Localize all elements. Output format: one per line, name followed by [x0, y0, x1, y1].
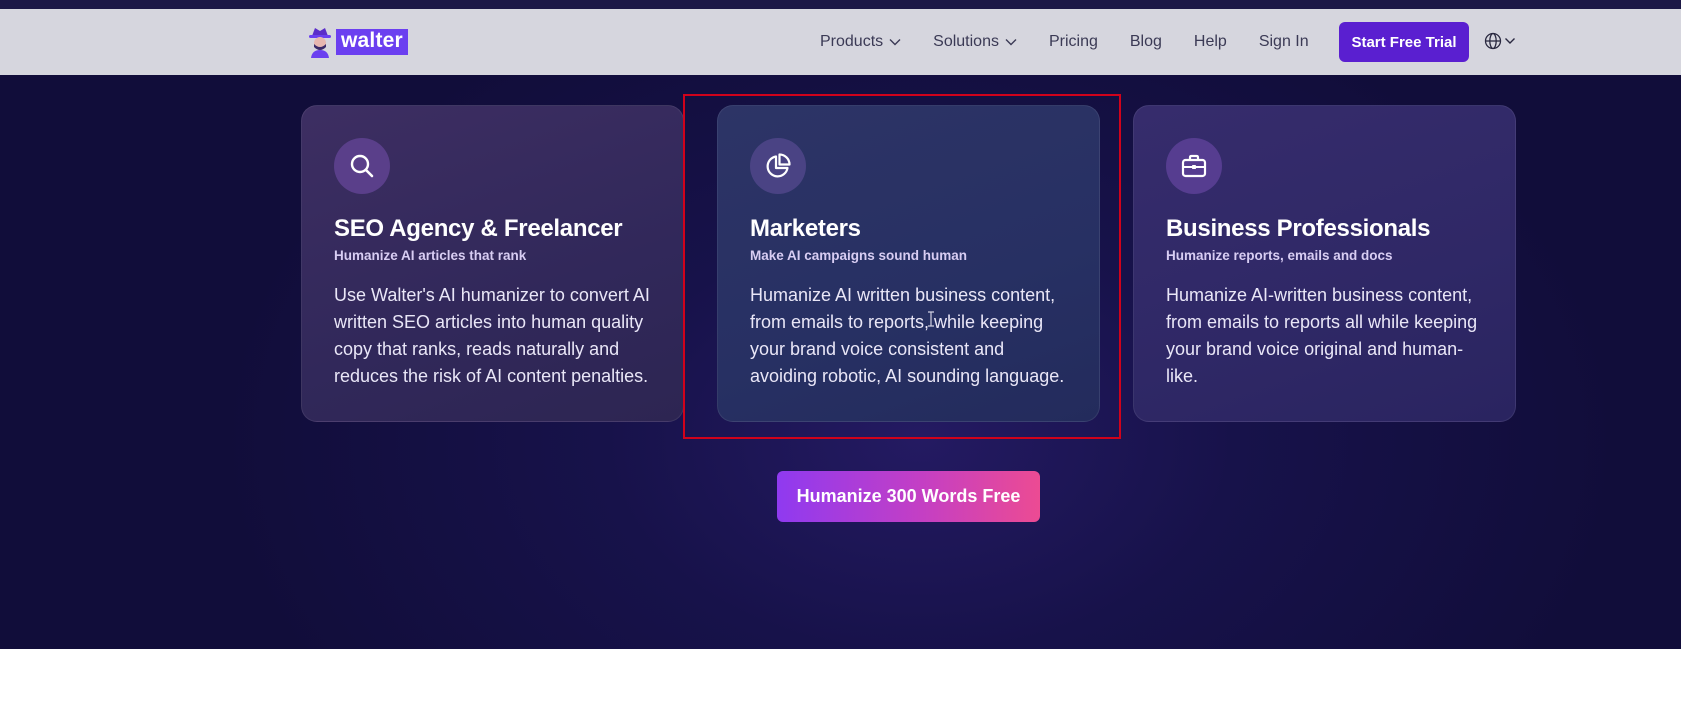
card-description: Humanize AI written business content, fr… [750, 285, 1065, 386]
nav-item-help[interactable]: Help [1194, 33, 1227, 51]
logo[interactable]: walter [306, 25, 408, 59]
text-cursor-icon [928, 311, 934, 327]
nav-item-label: Sign In [1258, 33, 1309, 50]
icon-badge [334, 138, 390, 194]
card-business-professionals: Business Professionals Humanize reports,… [1133, 105, 1516, 422]
card-title: Business Professionals [1166, 215, 1431, 242]
pie-chart-icon [766, 153, 791, 178]
icon-badge [750, 138, 806, 194]
card-subtitle: Humanize reports, emails and docs [1166, 248, 1393, 263]
nav-item-label: Help [1193, 33, 1227, 50]
nav-item-blog[interactable]: Blog [1130, 33, 1162, 51]
search-icon [350, 154, 374, 178]
walter-mascot-icon [309, 28, 331, 58]
nav-item-label: Products [820, 33, 884, 50]
nav-item-pricing[interactable]: Pricing [1049, 33, 1098, 51]
briefcase-icon [1181, 154, 1207, 178]
card-subtitle: Humanize AI articles that rank [334, 248, 527, 263]
chevron-down-icon [1005, 39, 1017, 46]
humanize-free-words-button[interactable]: Humanize 300 Words Free [777, 471, 1040, 522]
icon-badge [1166, 138, 1222, 194]
chevron-down-icon [1505, 38, 1515, 44]
nav-item-label: Blog [1129, 33, 1162, 50]
card-marketers: Marketers Make AI campaigns sound human … [717, 105, 1100, 422]
nav-item-label: Solutions [933, 33, 999, 50]
nav-item-products[interactable]: Products [820, 33, 901, 51]
card-title: Marketers [750, 215, 861, 242]
start-free-trial-button[interactable]: Start Free Trial [1339, 22, 1469, 62]
navbar: walter Products Solutions Pricing Blog H… [0, 9, 1681, 75]
nav-menu: Products Solutions Pricing Blog Help Sig… [820, 9, 1341, 75]
nav-item-label: Pricing [1048, 33, 1098, 50]
globe-icon [1484, 32, 1502, 50]
logo-wordmark: walter [336, 29, 408, 55]
card-description: Use Walter's AI humanizer to convert AI … [334, 285, 650, 386]
language-selector[interactable] [1484, 32, 1516, 50]
chevron-down-icon [889, 39, 901, 46]
card-description: Humanize AI-written business content, fr… [1166, 285, 1478, 386]
top-strip [0, 0, 1681, 9]
card-subtitle: Make AI campaigns sound human [750, 248, 968, 263]
nav-item-solutions[interactable]: Solutions [933, 33, 1017, 51]
card-seo-agency: SEO Agency & Freelancer Humanize AI arti… [301, 105, 684, 422]
nav-item-sign-in[interactable]: Sign In [1259, 33, 1309, 51]
card-title: SEO Agency & Freelancer [334, 215, 623, 242]
